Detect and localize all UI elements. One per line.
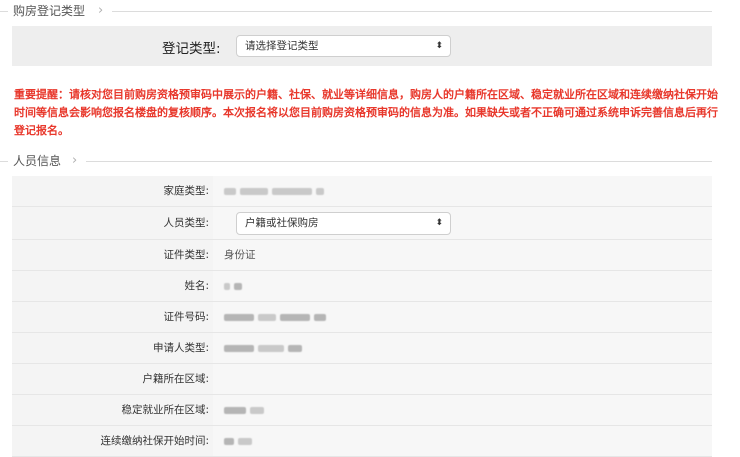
applicant-type-label: 申请人类型: [12,333,213,363]
table-row: 连续缴纳社保开始时间: [12,426,712,457]
id-type-label: 证件类型: [12,240,213,270]
table-row: 证件号码: [12,302,712,333]
section-divider [112,11,712,12]
section-divider [86,161,712,162]
table-row: 稳定就业所在区域: [12,395,712,426]
person-type-label: 人员类型: [12,207,213,239]
updown-arrow-icon: ⬍ [435,218,443,228]
name-label: 姓名: [12,271,213,301]
person-section-header: 人员信息 › [0,150,740,172]
id-type-value: 身份证 [224,249,256,261]
applicant-type-value [224,333,306,364]
family-type-value [224,176,328,207]
chevron-right-icon: › [98,3,104,18]
registration-type-label: 登记类型: [162,41,221,57]
id-number-value [224,302,330,333]
registration-type-select[interactable]: 请选择登记类型 ⬍ [236,35,451,57]
updown-arrow-icon: ⬍ [435,41,443,51]
person-type-select-value: 户籍或社保购房 [245,217,319,229]
registration-type-select-value: 请选择登记类型 [245,40,319,52]
person-type-select[interactable]: 户籍或社保购房 ⬍ [236,212,451,235]
id-number-label: 证件号码: [12,302,213,332]
household-region-label: 户籍所在区域: [12,364,213,394]
person-info-table: 家庭类型: 人员类型: 户籍或社保购房 ⬍ 证件类型: 身份证 姓名: 证件号码… [12,176,712,457]
table-row: 证件类型: 身份证 [12,240,712,271]
table-row: 户籍所在区域: [12,364,712,395]
registration-type-row: 登记类型: 请选择登记类型 ⬍ [12,26,712,66]
employment-region-value [224,395,268,426]
section-divider [0,11,8,12]
chevron-right-icon: › [72,153,78,168]
table-row: 人员类型: 户籍或社保购房 ⬍ [12,207,712,240]
social-security-start-label: 连续缴纳社保开始时间: [12,426,213,456]
person-section-title: 人员信息 [13,154,62,168]
registration-section-header: 购房登记类型 › [0,0,740,22]
employment-region-label: 稳定就业所在区域: [12,395,213,425]
social-security-start-value [224,426,256,457]
family-type-label: 家庭类型: [12,176,213,206]
name-value [224,271,246,302]
table-row: 申请人类型: [12,333,712,364]
table-row: 姓名: [12,271,712,302]
registration-section-title: 购房登记类型 [13,4,86,18]
section-divider [0,161,8,162]
important-notice: 重要提醒：请核对您目前购房资格预审码中展示的户籍、社保、就业等详细信息，购房人的… [14,88,718,137]
table-row: 家庭类型: [12,176,712,207]
